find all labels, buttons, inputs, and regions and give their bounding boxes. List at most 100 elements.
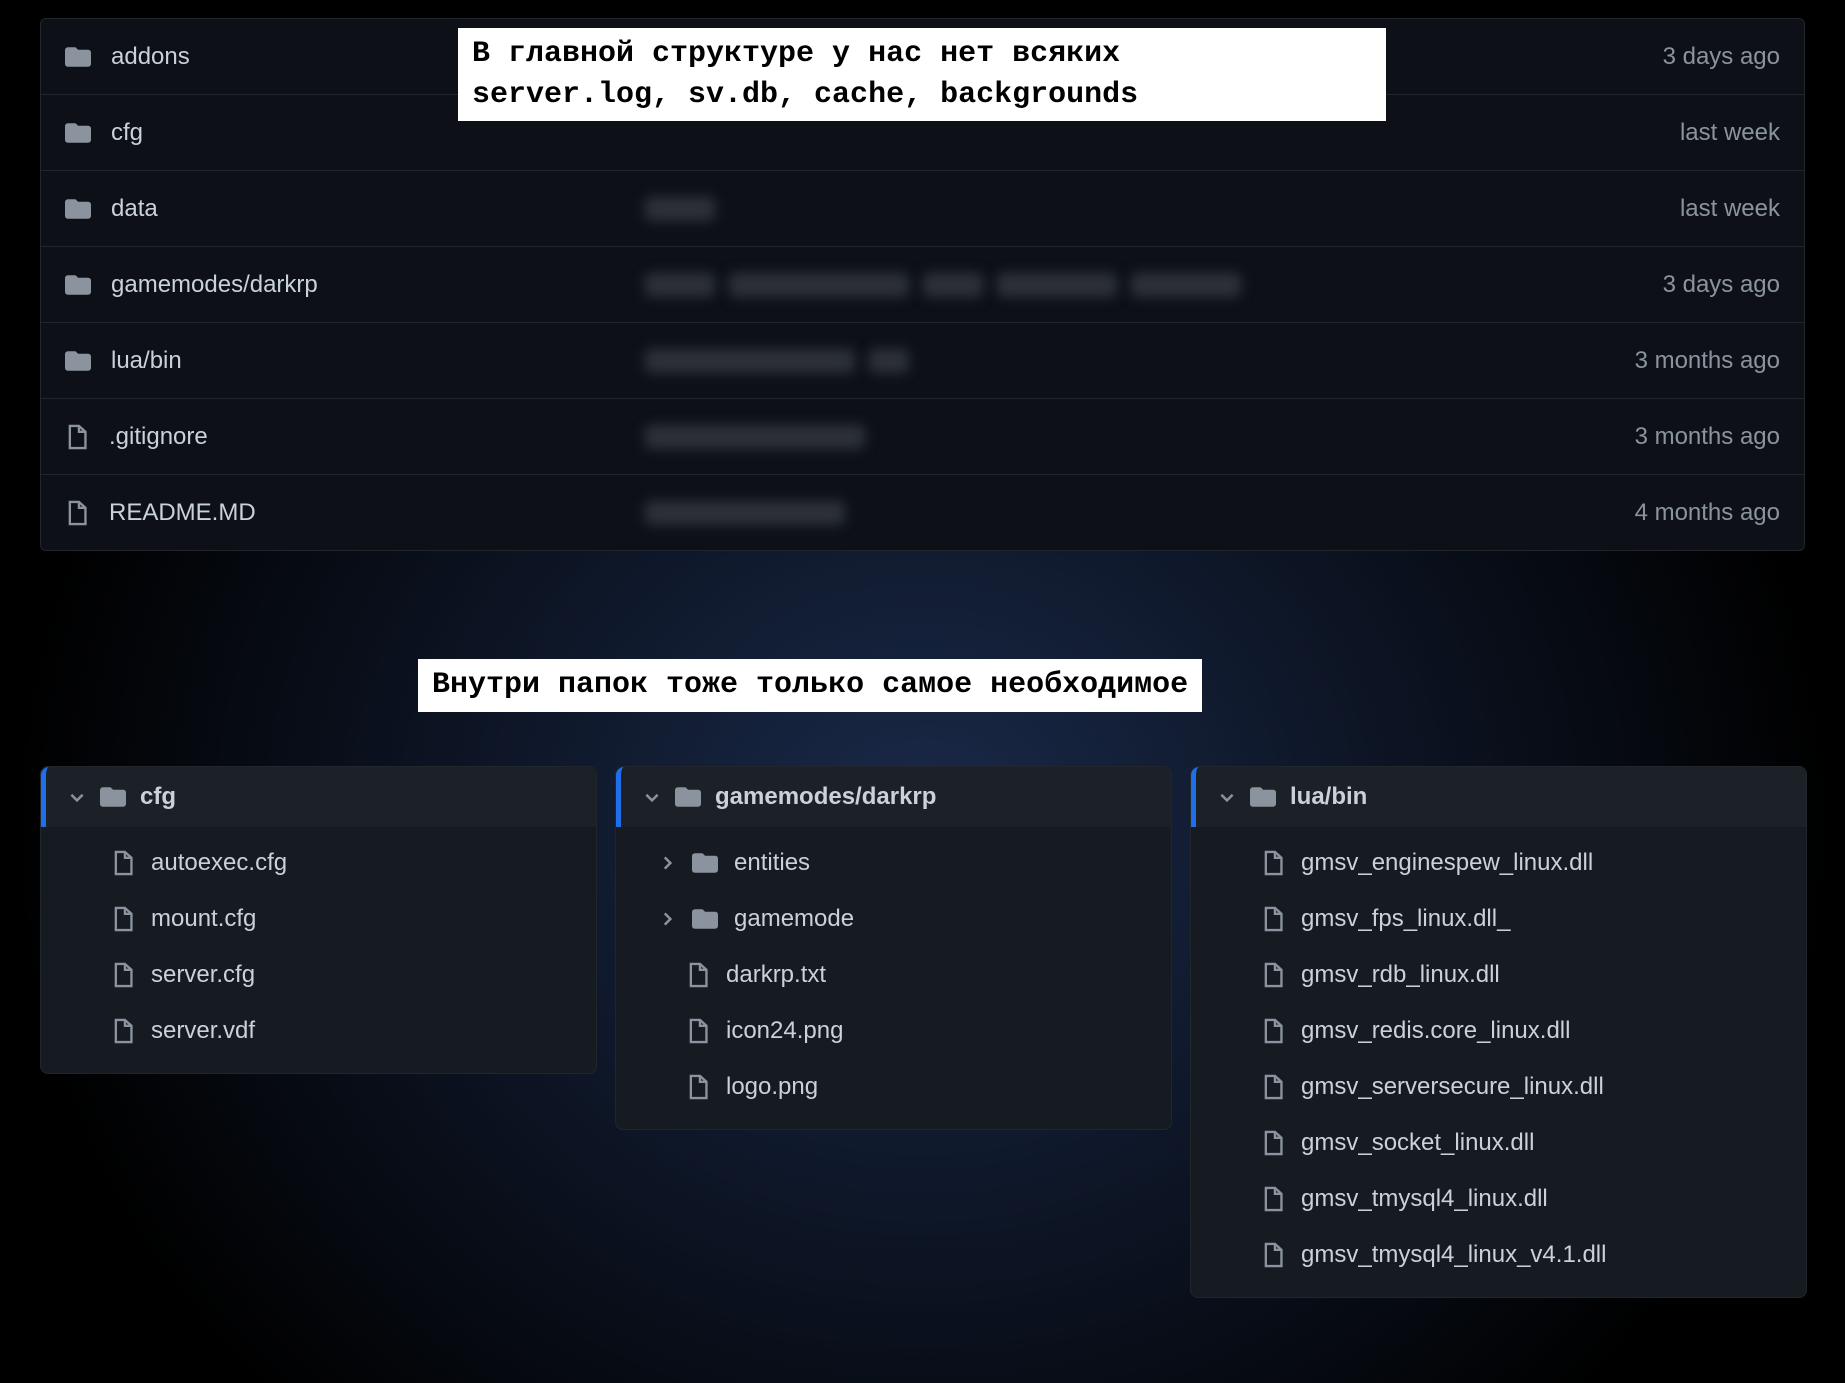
file-age-cell: 3 days ago (1520, 43, 1780, 71)
repo-file-row[interactable]: .gitignore 3 months ago (41, 399, 1804, 475)
tree-item-label: darkrp.txt (726, 961, 826, 989)
file-age-cell: 3 months ago (1520, 423, 1780, 451)
tree-panel-gamemodes: gamemodes/darkrp entities gamemode darkrp.… (615, 766, 1172, 1130)
file-age-cell: last week (1520, 195, 1780, 223)
repo-file-row[interactable]: data last week (41, 171, 1804, 247)
folder-icon (65, 272, 91, 298)
repo-file-row[interactable]: gamemodes/darkrp 3 days ago (41, 247, 1804, 323)
tree-item[interactable]: darkrp.txt (686, 947, 1149, 1003)
tree-item[interactable]: gmsv_serversecure_linux.dll (1261, 1059, 1784, 1115)
redacted-commit-text (645, 273, 715, 297)
file-icon (1261, 1242, 1285, 1268)
tree-item-label: entities (734, 849, 810, 877)
tree-panel-cfg: cfg autoexec.cfg mount.cfg server.cfg serve… (40, 766, 597, 1074)
tree-item-label: gmsv_serversecure_linux.dll (1301, 1073, 1604, 1101)
tree-item[interactable]: gmsv_tmysql4_linux.dll (1261, 1171, 1784, 1227)
file-icon (1261, 906, 1285, 932)
file-name-label: cfg (111, 119, 143, 147)
file-age-cell: 3 days ago (1520, 271, 1780, 299)
tree-item-label: server.cfg (151, 961, 255, 989)
file-name-cell[interactable]: data (65, 195, 645, 223)
redacted-commit-text (1131, 273, 1241, 297)
file-icon (1261, 1018, 1285, 1044)
tree-item[interactable]: gmsv_rdb_linux.dll (1261, 947, 1784, 1003)
annotation-mid: Внутри папок тоже только самое необходим… (418, 659, 1202, 712)
tree-item-label: server.vdf (151, 1017, 255, 1045)
tree-item[interactable]: gmsv_tmysql4_linux_v4.1.dll (1261, 1227, 1784, 1283)
tree-item[interactable]: server.cfg (111, 947, 574, 1003)
file-icon (65, 500, 89, 526)
redacted-commit-text (729, 273, 909, 297)
file-name-cell[interactable]: cfg (65, 119, 645, 147)
tree-item-label: gmsv_enginespew_linux.dll (1301, 849, 1593, 877)
tree-item[interactable]: entities (658, 835, 1149, 891)
tree-item[interactable]: icon24.png (686, 1003, 1149, 1059)
tree-item[interactable]: mount.cfg (111, 891, 574, 947)
tree-header-cfg[interactable]: cfg (41, 767, 596, 827)
file-icon (686, 1018, 710, 1044)
commit-message-cell (645, 273, 1520, 297)
file-name-label: lua/bin (111, 347, 182, 375)
redacted-commit-text (923, 273, 983, 297)
file-icon (1261, 1130, 1285, 1156)
file-icon (1261, 1074, 1285, 1100)
file-icon (111, 850, 135, 876)
tree-title: lua/bin (1290, 783, 1367, 811)
file-name-label: README.MD (109, 499, 256, 527)
file-icon (65, 424, 89, 450)
tree-header-luabin[interactable]: lua/bin (1191, 767, 1806, 827)
tree-panel-luabin: lua/bin gmsv_enginespew_linux.dll gmsv_fp… (1190, 766, 1807, 1298)
file-icon (111, 962, 135, 988)
tree-item[interactable]: gmsv_fps_linux.dll_ (1261, 891, 1784, 947)
tree-title: gamemodes/darkrp (715, 783, 936, 811)
tree-item[interactable]: logo.png (686, 1059, 1149, 1115)
file-icon (111, 906, 135, 932)
tree-item-label: gamemode (734, 905, 854, 933)
commit-message-cell (645, 425, 1520, 449)
commit-message-cell (645, 197, 1520, 221)
folder-icon (65, 120, 91, 146)
folder-icon (65, 196, 91, 222)
tree-item[interactable]: gamemode (658, 891, 1149, 947)
tree-item-label: icon24.png (726, 1017, 843, 1045)
tree-item-label: gmsv_redis.core_linux.dll (1301, 1017, 1570, 1045)
tree-item-label: gmsv_socket_linux.dll (1301, 1129, 1534, 1157)
tree-item-label: gmsv_tmysql4_linux.dll (1301, 1185, 1548, 1213)
file-name-cell[interactable]: README.MD (65, 499, 645, 527)
file-icon (1261, 850, 1285, 876)
tree-item[interactable]: gmsv_redis.core_linux.dll (1261, 1003, 1784, 1059)
chevron-down-icon (68, 788, 86, 806)
folder-icon (692, 850, 718, 876)
tree-item-label: gmsv_rdb_linux.dll (1301, 961, 1500, 989)
file-name-label: addons (111, 43, 190, 71)
tree-item-label: logo.png (726, 1073, 818, 1101)
tree-item[interactable]: server.vdf (111, 1003, 574, 1059)
repo-file-row[interactable]: lua/bin3 months ago (41, 323, 1804, 399)
tree-item-label: mount.cfg (151, 905, 256, 933)
file-age-cell: last week (1520, 119, 1780, 147)
repo-file-row[interactable]: README.MD 4 months ago (41, 475, 1804, 550)
annotation-top: В главной структуре у нас нет всяких ser… (458, 28, 1386, 121)
folder-icon (692, 906, 718, 932)
redacted-commit-text (645, 197, 715, 221)
tree-item[interactable]: autoexec.cfg (111, 835, 574, 891)
file-age-cell: 4 months ago (1520, 499, 1780, 527)
tree-item[interactable]: gmsv_socket_linux.dll (1261, 1115, 1784, 1171)
tree-item[interactable]: gmsv_enginespew_linux.dll (1261, 835, 1784, 891)
commit-message-cell (645, 501, 1520, 525)
chevron-down-icon (643, 788, 661, 806)
tree-item-label: gmsv_tmysql4_linux_v4.1.dll (1301, 1241, 1606, 1269)
file-name-cell[interactable]: gamemodes/darkrp (65, 271, 645, 299)
folder-icon (65, 348, 91, 374)
redacted-commit-text (869, 349, 909, 373)
file-name-label: gamemodes/darkrp (111, 271, 318, 299)
folder-icon (100, 784, 126, 810)
folder-icon (65, 44, 91, 70)
tree-header-gamemodes[interactable]: gamemodes/darkrp (616, 767, 1171, 827)
file-name-cell[interactable]: lua/bin (65, 347, 645, 375)
chevron-right-icon (658, 910, 676, 928)
file-icon (1261, 962, 1285, 988)
chevron-down-icon (1218, 788, 1236, 806)
tree-title: cfg (140, 783, 176, 811)
file-name-cell[interactable]: .gitignore (65, 423, 645, 451)
